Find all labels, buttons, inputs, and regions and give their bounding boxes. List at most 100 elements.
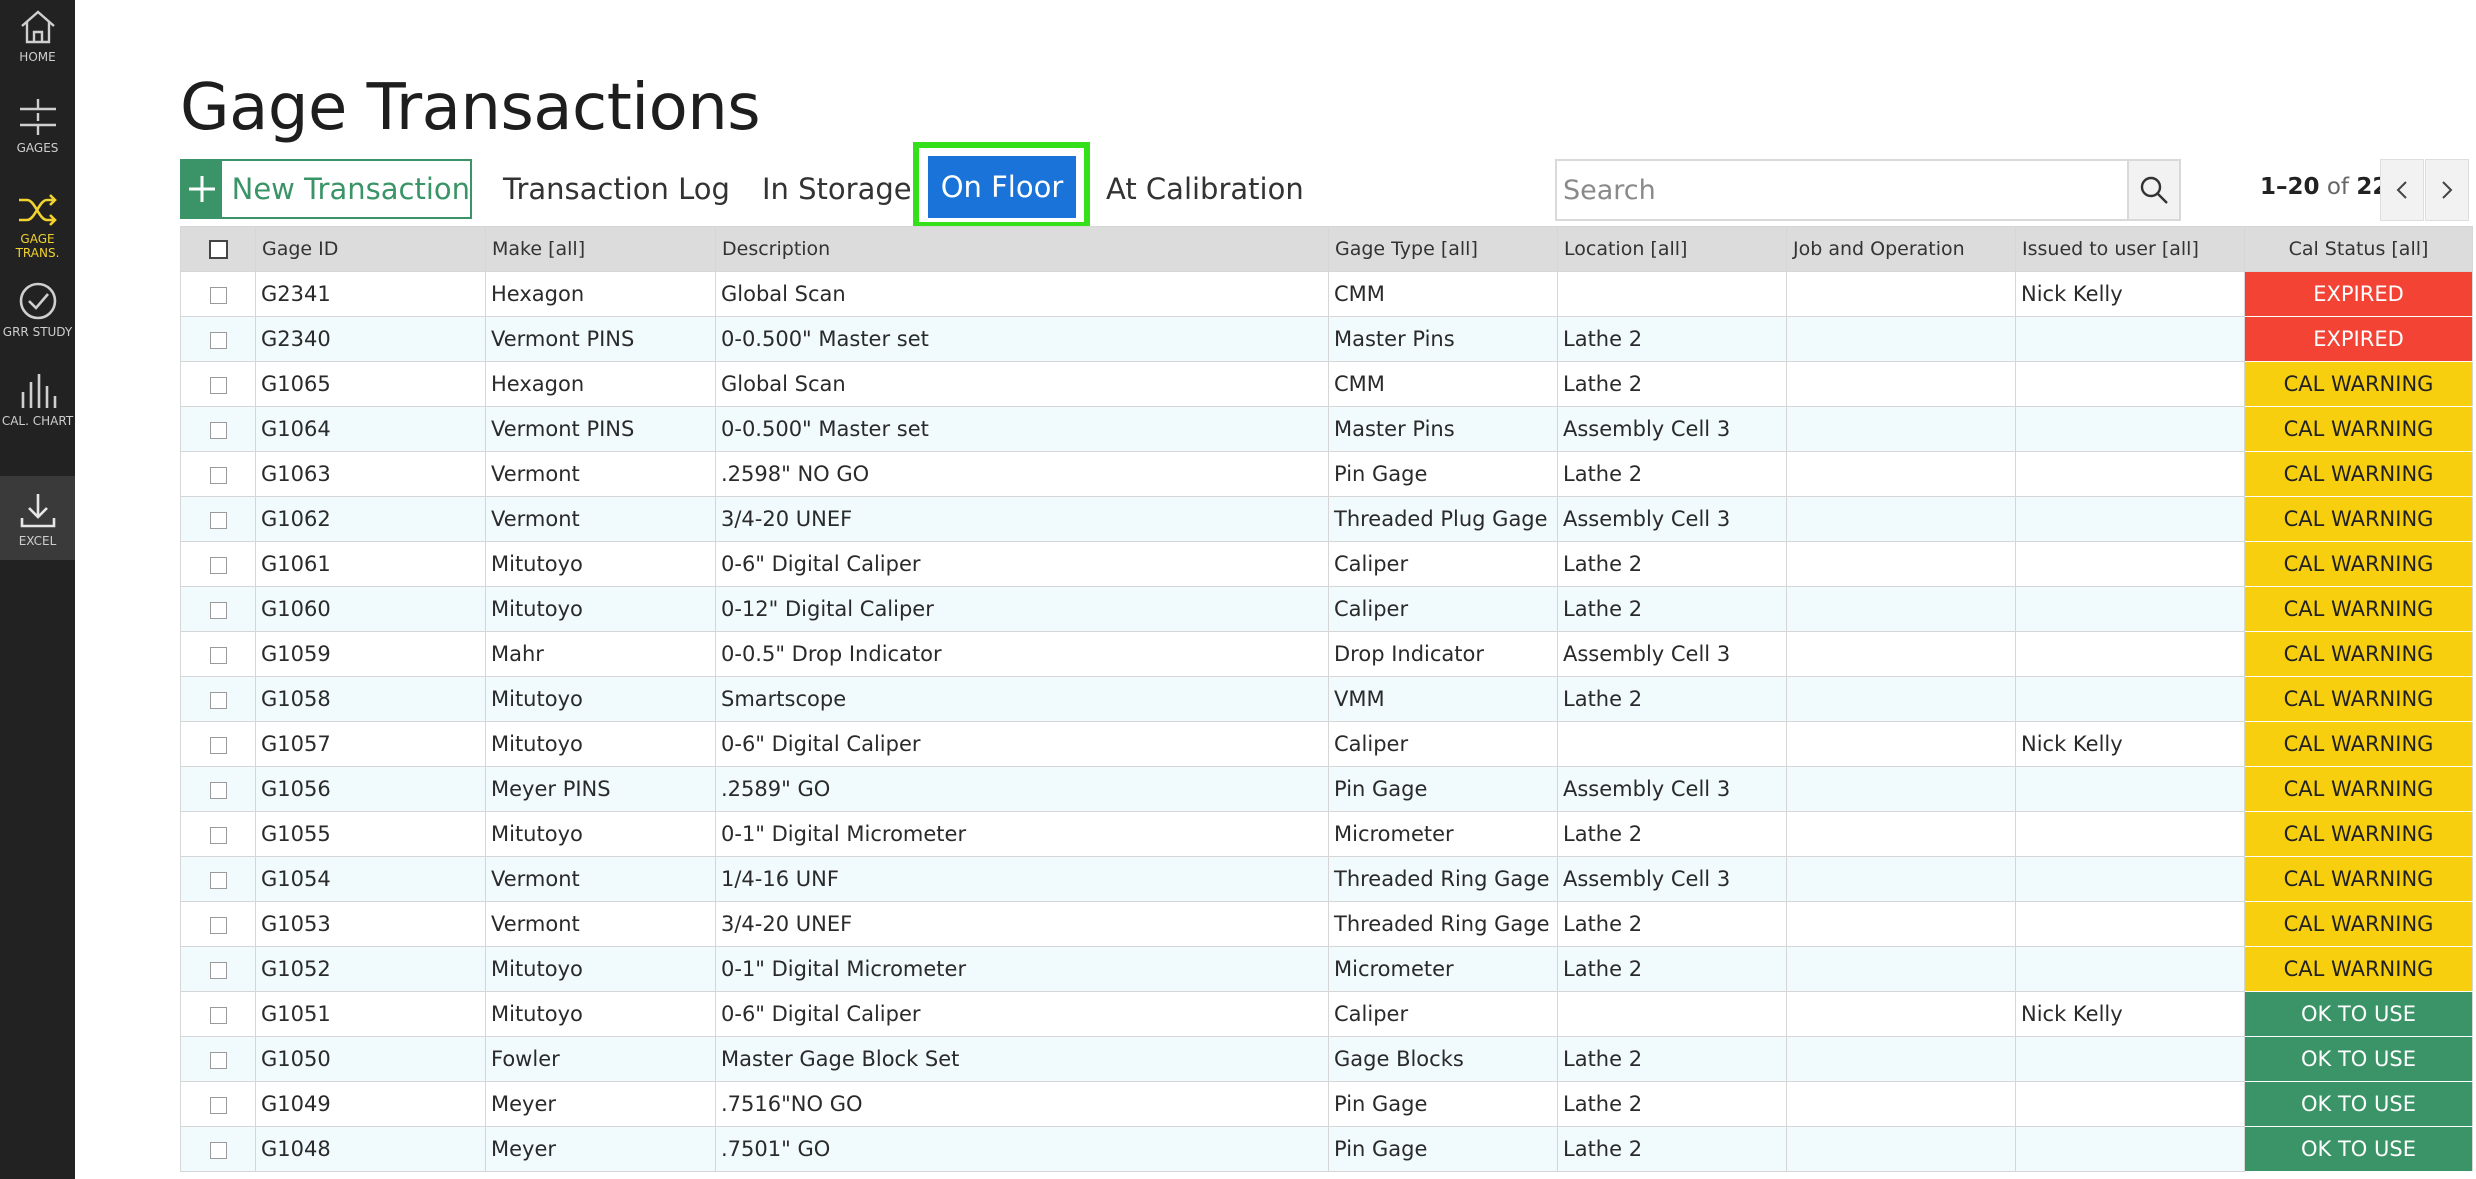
column-header-cal-status[interactable]: Cal Status [all]: [2244, 226, 2473, 272]
tab-in-storage[interactable]: In Storage: [762, 159, 912, 219]
row-checkbox[interactable]: [209, 1051, 227, 1069]
table-row[interactable]: G1058 Mitutoyo Smartscope VMM Lathe 2 CAL WAR…: [180, 676, 2473, 722]
column-header-location[interactable]: Location [all]: [1557, 226, 1787, 272]
table-row[interactable]: G1051 Mitutoyo 0-6" Digital Caliper Caliper…: [180, 991, 2473, 1037]
row-checkbox[interactable]: [209, 331, 227, 349]
row-checkbox[interactable]: [209, 511, 227, 529]
row-checkbox[interactable]: [209, 1096, 227, 1114]
sidebar-item-cal-chart[interactable]: CAL. CHART: [0, 370, 75, 430]
column-header-issued-to[interactable]: Issued to user [all]: [2015, 226, 2245, 272]
row-checkbox[interactable]: [209, 691, 227, 709]
table-row[interactable]: G1060 Mitutoyo 0-12" Digital Caliper Calipe…: [180, 586, 2473, 632]
cell-description: 0-0.500" Master set: [715, 406, 1329, 452]
row-checkbox-cell[interactable]: [180, 361, 256, 407]
row-checkbox[interactable]: [209, 376, 227, 394]
row-checkbox-cell[interactable]: [180, 406, 256, 452]
cell-location: Lathe 2: [1557, 676, 1787, 722]
cell-description: 0-1" Digital Micrometer: [715, 946, 1329, 992]
row-checkbox-cell[interactable]: [180, 586, 256, 632]
table-row[interactable]: G1059 Mahr 0-0.5" Drop Indicator Drop Indic…: [180, 631, 2473, 677]
row-checkbox-cell[interactable]: [180, 856, 256, 902]
column-header-gage-id[interactable]: Gage ID: [255, 226, 486, 272]
cell-location: Assembly Cell 3: [1557, 766, 1787, 812]
sidebar-item-gages[interactable]: GAGES: [0, 97, 75, 159]
row-checkbox[interactable]: [209, 871, 227, 889]
pagination-summary: 1–20 of 22: [2260, 174, 2388, 200]
row-checkbox-cell[interactable]: [180, 271, 256, 317]
row-checkbox-cell[interactable]: [180, 451, 256, 497]
table-row[interactable]: G1049 Meyer .7516"NO GO Pin Gage Lathe 2 OK T…: [180, 1081, 2473, 1127]
row-checkbox[interactable]: [209, 916, 227, 934]
search-button[interactable]: [2127, 161, 2179, 219]
column-header-description[interactable]: Description: [715, 226, 1329, 272]
sidebar-item-home[interactable]: HOME: [0, 8, 75, 68]
row-checkbox[interactable]: [209, 421, 227, 439]
row-checkbox[interactable]: [209, 601, 227, 619]
table-row[interactable]: G1063 Vermont .2598" NO GO Pin Gage Lathe 2 C…: [180, 451, 2473, 497]
cell-issued-to: [2015, 1126, 2245, 1172]
table-row[interactable]: G1061 Mitutoyo 0-6" Digital Caliper Caliper…: [180, 541, 2473, 587]
row-checkbox-cell[interactable]: [180, 316, 256, 362]
sidebar-item-excel[interactable]: EXCEL: [0, 476, 75, 560]
column-header-job-operation[interactable]: Job and Operation: [1786, 226, 2016, 272]
table-row[interactable]: G1048 Meyer .7501" GO Pin Gage Lathe 2 OK TO …: [180, 1126, 2473, 1172]
row-checkbox-cell[interactable]: [180, 766, 256, 812]
sidebar-item-gage-trans[interactable]: GAGE TRANS.: [0, 192, 75, 264]
cell-location: Lathe 2: [1557, 901, 1787, 947]
prev-page-button[interactable]: [2380, 159, 2424, 221]
row-checkbox[interactable]: [209, 556, 227, 574]
status-badge: CAL WARNING: [2244, 496, 2473, 542]
row-checkbox-cell[interactable]: [180, 721, 256, 767]
status-badge: CAL WARNING: [2244, 586, 2473, 632]
row-checkbox-cell[interactable]: [180, 676, 256, 722]
cell-issued-to: Nick Kelly: [2015, 991, 2245, 1037]
row-checkbox-cell[interactable]: [180, 811, 256, 857]
cell-gage-type: CMM: [1328, 361, 1558, 407]
table-row[interactable]: G1062 Vermont 3/4-20 UNEF Threaded Plug Gag…: [180, 496, 2473, 542]
column-header-gage-type[interactable]: Gage Type [all]: [1328, 226, 1558, 272]
cell-job-operation: [1786, 631, 2016, 677]
cell-make: Vermont: [485, 451, 716, 497]
table-row[interactable]: G2340 Vermont PINS 0-0.500" Master set Mast…: [180, 316, 2473, 362]
row-checkbox-cell[interactable]: [180, 991, 256, 1037]
row-checkbox-cell[interactable]: [180, 496, 256, 542]
row-checkbox[interactable]: [209, 1006, 227, 1024]
row-checkbox[interactable]: [209, 286, 227, 304]
tab-on-floor[interactable]: On Floor: [928, 156, 1076, 218]
table-row[interactable]: G1053 Vermont 3/4-20 UNEF Threaded Ring Gag…: [180, 901, 2473, 947]
row-checkbox[interactable]: [209, 1141, 227, 1159]
row-checkbox-cell[interactable]: [180, 631, 256, 677]
row-checkbox-cell[interactable]: [180, 1036, 256, 1082]
cell-make: Mitutoyo: [485, 991, 716, 1037]
row-checkbox[interactable]: [209, 961, 227, 979]
row-checkbox-cell[interactable]: [180, 1126, 256, 1172]
table-row[interactable]: G1052 Mitutoyo 0-1" Digital Micrometer Micr…: [180, 946, 2473, 992]
row-checkbox-cell[interactable]: [180, 901, 256, 947]
table-row[interactable]: G1050 Fowler Master Gage Block Set Gage Blo…: [180, 1036, 2473, 1082]
row-checkbox[interactable]: [209, 826, 227, 844]
table-row[interactable]: G2341 Hexagon Global Scan CMM Nick Kelly EXPI…: [180, 271, 2473, 317]
table-row[interactable]: G1065 Hexagon Global Scan CMM Lathe 2 CAL WAR…: [180, 361, 2473, 407]
row-checkbox-cell[interactable]: [180, 1081, 256, 1127]
row-checkbox[interactable]: [209, 646, 227, 664]
row-checkbox[interactable]: [209, 781, 227, 799]
tab-transaction-log[interactable]: Transaction Log: [503, 159, 730, 219]
new-transaction-button[interactable]: New Transaction: [180, 159, 472, 219]
row-checkbox-cell[interactable]: [180, 541, 256, 587]
sidebar-item-label: CAL. CHART: [1, 414, 74, 428]
tab-at-calibration[interactable]: At Calibration: [1106, 159, 1304, 219]
select-all-checkbox[interactable]: [208, 240, 228, 259]
row-checkbox-cell[interactable]: [180, 946, 256, 992]
table-row[interactable]: G1064 Vermont PINS 0-0.500" Master set Mast…: [180, 406, 2473, 452]
column-header-make[interactable]: Make [all]: [485, 226, 716, 272]
table-row[interactable]: G1057 Mitutoyo 0-6" Digital Caliper Caliper…: [180, 721, 2473, 767]
sidebar-item-grr-study[interactable]: GRR STUDY: [0, 281, 75, 341]
table-row[interactable]: G1054 Vermont 1/4-16 UNF Threaded Ring Gage…: [180, 856, 2473, 902]
select-all-checkbox-cell[interactable]: [180, 226, 256, 272]
row-checkbox[interactable]: [209, 736, 227, 754]
search-input[interactable]: [1557, 161, 2127, 219]
next-page-button[interactable]: [2425, 159, 2469, 221]
table-row[interactable]: G1056 Meyer PINS .2589" GO Pin Gage Assembly…: [180, 766, 2473, 812]
table-row[interactable]: G1055 Mitutoyo 0-1" Digital Micrometer Micr…: [180, 811, 2473, 857]
row-checkbox[interactable]: [209, 466, 227, 484]
